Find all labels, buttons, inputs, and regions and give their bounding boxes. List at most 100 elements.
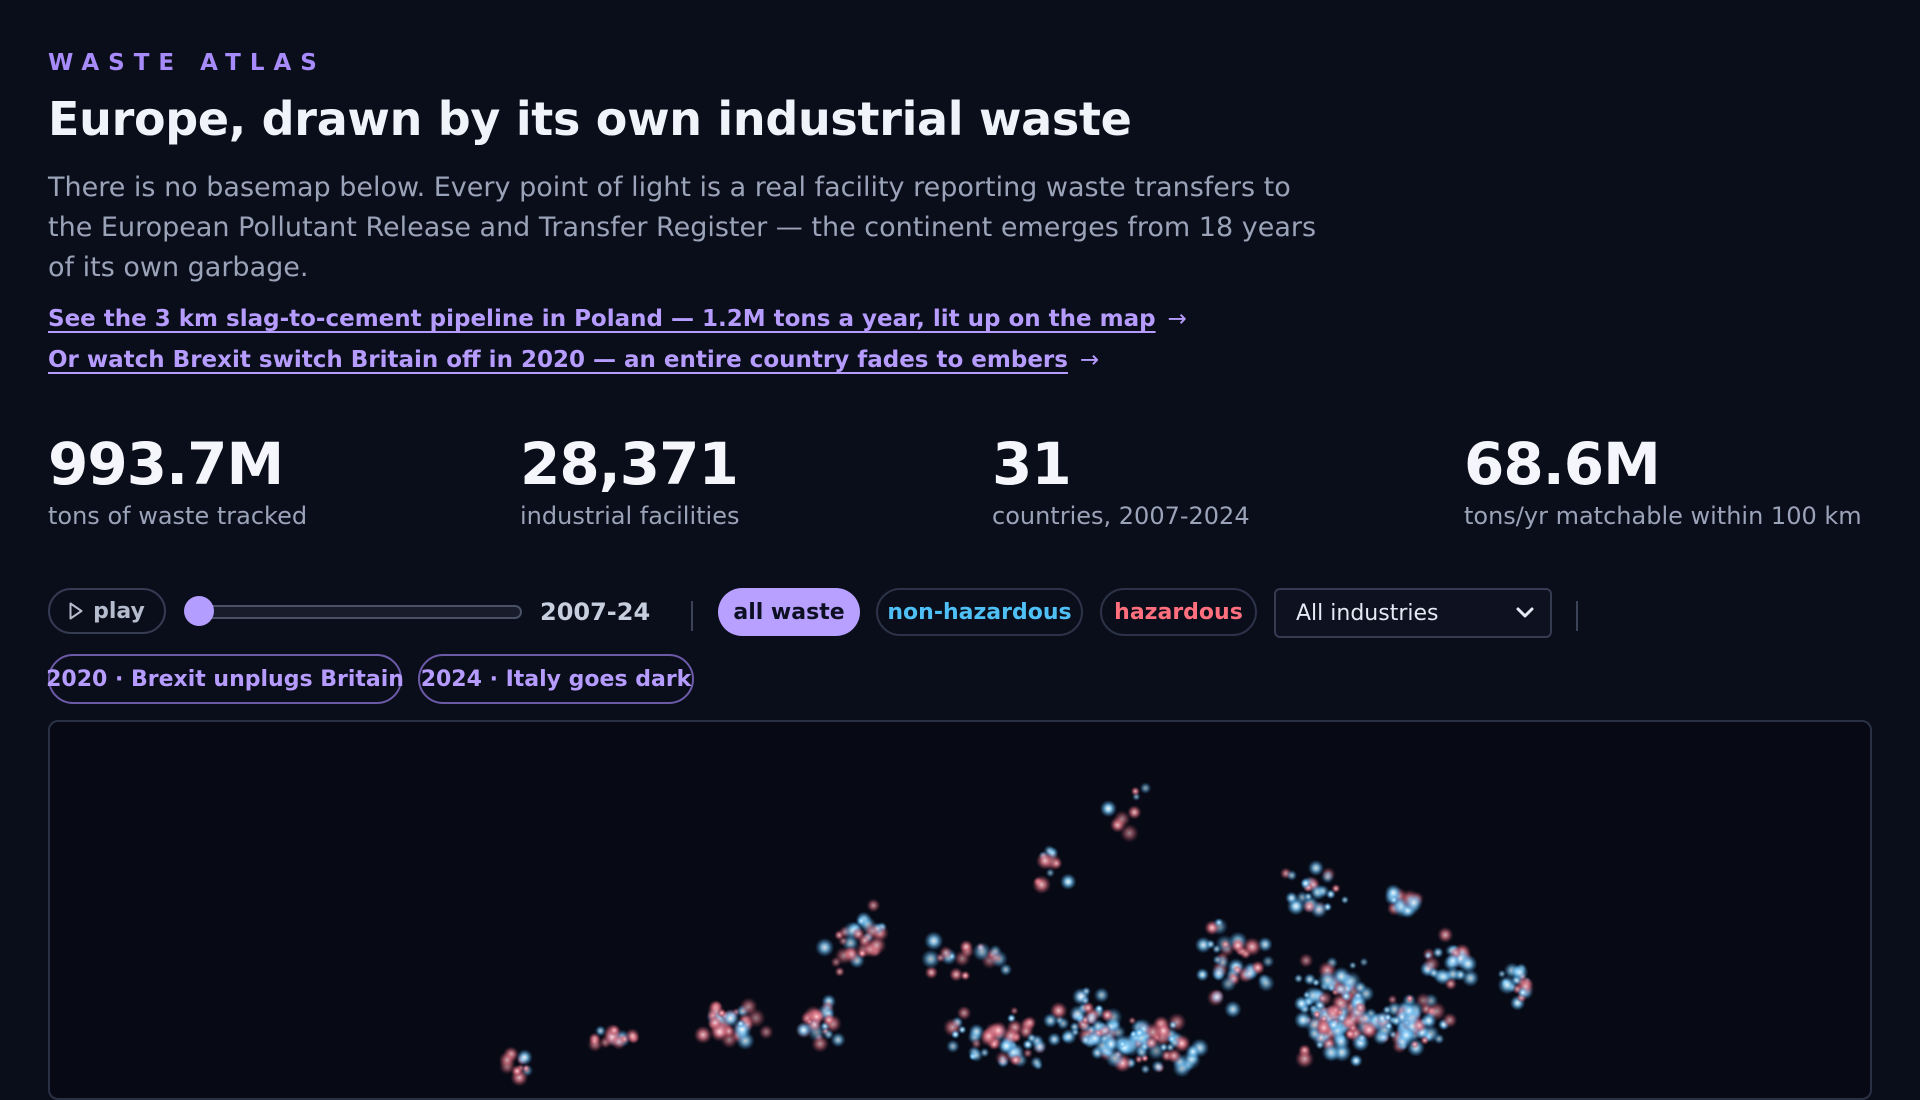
facility-point [608,1024,620,1037]
facility-point [1035,851,1055,870]
facility-point [1420,1012,1437,1029]
arrow-right-icon: → [1167,306,1187,332]
stat-facilities: 28,371 industrial facilities [520,428,739,530]
facility-point [1212,954,1223,965]
brexit-story-link[interactable]: Or watch Brexit switch Britain off in 20… [48,347,1099,373]
facility-point [1359,1020,1379,1040]
year-readout: 2007-24 [540,598,651,626]
facility-point [1293,995,1310,1012]
facility-point [610,1034,627,1050]
year-slider-thumb[interactable] [184,596,214,626]
facility-point [1086,1030,1103,1047]
facility-point [594,1025,607,1037]
facility-map[interactable] [48,720,1872,1100]
arrow-right-icon: → [1079,347,1100,373]
facility-point [1032,875,1052,895]
facility-point [1302,900,1316,914]
facility-point [1389,895,1399,905]
divider [1576,601,1578,631]
facility-point [1285,891,1299,905]
facility-point [830,956,842,968]
play-icon [69,602,83,620]
poland-pipeline-link-label: See the 3 km slag-to-cement pipeline in … [48,306,1156,332]
facility-point [1349,1054,1363,1068]
facility-point [736,1019,745,1028]
filter-hazardous[interactable]: hazardous [1100,588,1257,636]
facility-point [516,1049,533,1066]
stat-matchable: 68.6M tons/yr matchable within 100 km [1464,428,1862,530]
facility-point [1348,961,1357,970]
facility-point [1070,1027,1080,1037]
facility-point [1068,1004,1088,1023]
stat-label: industrial facilities [520,502,740,530]
stat-waste-tracked: 993.7M tons of waste tracked [48,428,307,530]
event-italy-button[interactable]: 2024 · Italy goes dark [418,654,694,704]
facility-point [1404,893,1423,912]
facility-point [956,1005,972,1021]
event-brexit-button[interactable]: 2020 · Brexit unplugs Britain [46,654,404,704]
facility-point [999,963,1013,976]
facility-point [1397,1027,1415,1044]
facility-point [807,1017,822,1033]
facility-point [1303,973,1317,986]
facility-point [1047,1032,1062,1047]
facility-point [1195,967,1210,982]
play-button[interactable]: play [48,588,166,634]
facility-point [1320,870,1335,884]
stat-value: 993.7M [48,430,284,498]
facility-point [1224,1000,1242,1019]
facility-point [1144,1035,1159,1050]
facility-point [1298,953,1314,968]
facility-point [1257,974,1275,992]
facility-point [1094,1004,1104,1014]
facility-point [823,1029,834,1040]
facility-point [1133,1027,1145,1039]
stat-label: tons/yr matchable within 100 km [1464,502,1862,530]
facility-point [758,1024,774,1040]
facility-point [511,1064,524,1078]
facility-point [1093,987,1110,1003]
facility-point [1059,873,1077,890]
facility-point [1286,869,1298,881]
facility-point [997,1037,1015,1055]
facility-point [1458,954,1478,974]
facility-point [1168,1036,1181,1049]
page-lede: There is no basemap below. Every point o… [48,172,1317,283]
facility-map-canvas[interactable] [50,722,1872,1100]
page-title: Europe, drawn by its own industrial wast… [48,92,1132,146]
facility-point [1428,967,1440,979]
facility-point [498,1051,516,1069]
industry-select[interactable]: All industries [1274,588,1552,638]
facility-point [959,939,974,954]
facility-point [1042,1012,1059,1029]
filter-all-waste[interactable]: all waste [718,588,860,636]
facility-point [857,948,868,959]
page: WASTE ATLAS Europe, drawn by its own ind… [46,0,1872,1100]
facility-point [1168,1020,1178,1030]
facility-point [1211,965,1227,981]
facility-point [938,945,953,960]
facility-point [1319,1014,1329,1023]
facility-point [950,1029,961,1039]
facility-point [1445,953,1461,968]
facility-point [1242,966,1258,982]
year-slider-track[interactable] [186,605,522,619]
facility-point [1359,957,1369,967]
facility-point [1140,1064,1151,1075]
filter-non-hazardous[interactable]: non-hazardous [876,588,1083,636]
facility-point [1441,1012,1458,1029]
facility-point [1315,1040,1325,1050]
facility-point [1294,1049,1315,1069]
facility-point [1220,939,1231,950]
facility-point [866,898,881,913]
facility-point [969,1048,984,1063]
facility-point [1185,1044,1201,1059]
facility-point [1420,1035,1430,1045]
facility-point [1030,1056,1043,1069]
facility-point [1437,926,1454,944]
facility-point [1340,895,1350,905]
poland-pipeline-story-link[interactable]: See the 3 km slag-to-cement pipeline in … [48,306,1187,332]
map-controls: play 2007-24 all waste non-hazardous haz… [48,588,1872,638]
facility-point [1099,800,1117,818]
facility-point [624,1028,640,1044]
